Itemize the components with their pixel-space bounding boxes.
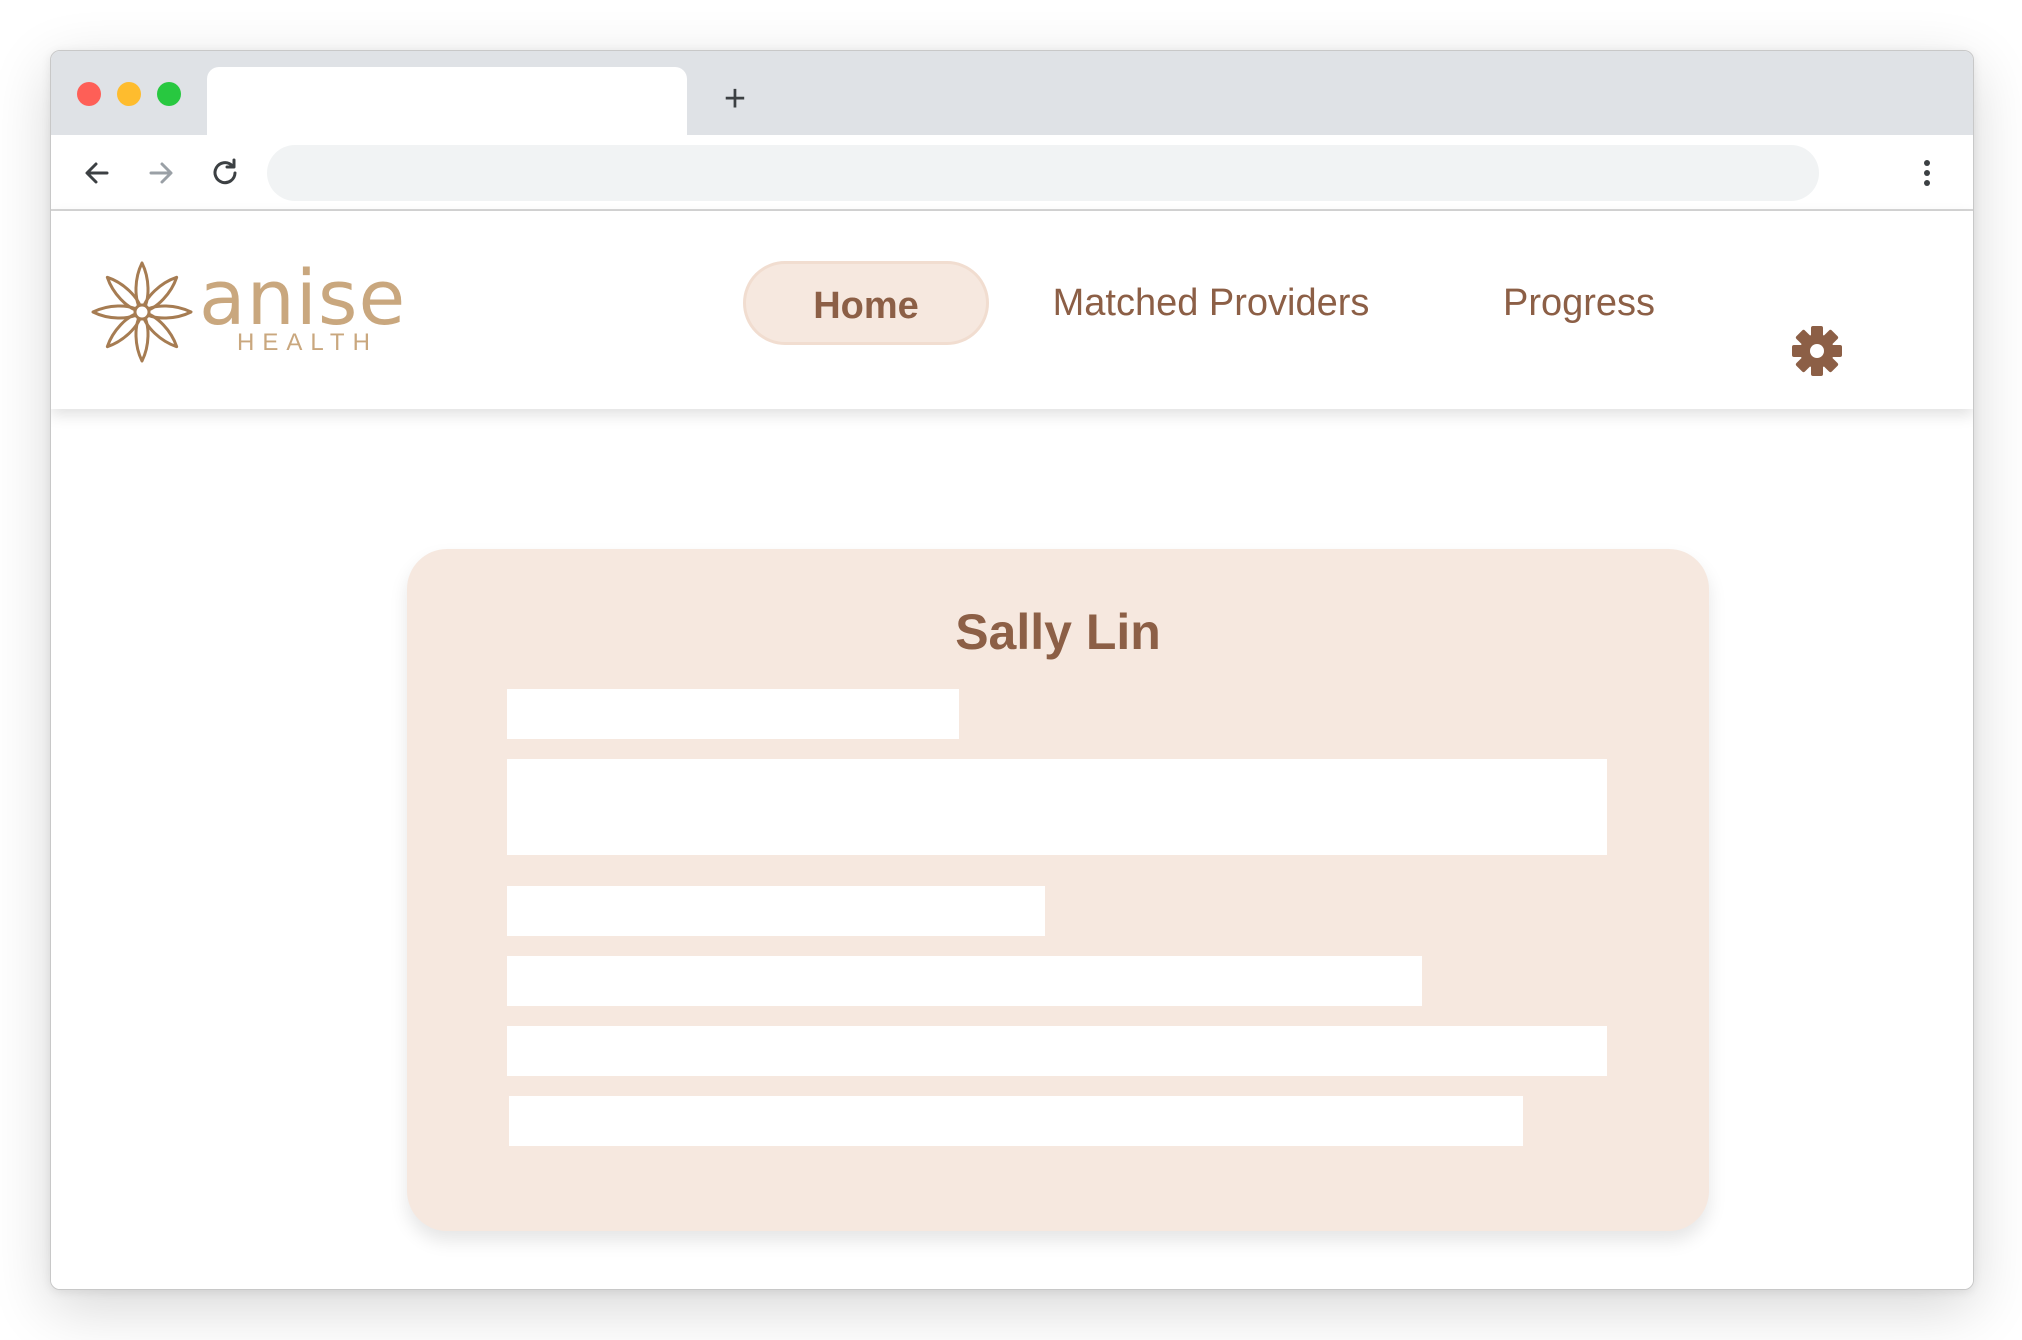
placeholder-line bbox=[507, 956, 1422, 1006]
nav-matched-providers[interactable]: Matched Providers bbox=[1031, 261, 1391, 345]
nav-progress[interactable]: Progress bbox=[1487, 261, 1671, 345]
anise-health-logo[interactable]: anise HEALTH bbox=[89, 253, 419, 369]
forward-arrow-icon[interactable] bbox=[141, 153, 181, 193]
profile-name: Sally Lin bbox=[955, 604, 1161, 660]
maximize-window-button[interactable] bbox=[157, 82, 181, 106]
placeholder-line bbox=[509, 1096, 1523, 1146]
reload-icon[interactable] bbox=[205, 153, 245, 193]
nav-home[interactable]: Home bbox=[743, 261, 989, 345]
active-browser-tab[interactable] bbox=[207, 67, 687, 135]
minimize-window-button[interactable] bbox=[117, 82, 141, 106]
placeholder-line bbox=[507, 689, 959, 739]
main-content: Sally Lin bbox=[51, 409, 1973, 1289]
app-header: anise HEALTH Home Matched Providers Prog… bbox=[51, 211, 1973, 409]
tab-strip: + bbox=[51, 51, 1973, 135]
flower-logo-icon bbox=[91, 261, 193, 363]
back-arrow-icon[interactable] bbox=[77, 153, 117, 193]
browser-window: + anise HEALTH Home Matched Providers Pr… bbox=[50, 50, 1974, 1290]
more-vertical-icon[interactable] bbox=[1907, 153, 1947, 193]
placeholder-line bbox=[507, 886, 1045, 936]
profile-card: Sally Lin bbox=[407, 549, 1709, 1231]
close-window-button[interactable] bbox=[77, 82, 101, 106]
new-tab-button[interactable]: + bbox=[717, 80, 753, 118]
placeholder-line bbox=[507, 1026, 1607, 1076]
gear-icon[interactable] bbox=[1791, 325, 1843, 377]
placeholder-block bbox=[507, 759, 1607, 855]
brand-subtitle: HEALTH bbox=[237, 329, 378, 356]
browser-toolbar bbox=[51, 135, 1973, 211]
address-bar[interactable] bbox=[267, 145, 1819, 201]
